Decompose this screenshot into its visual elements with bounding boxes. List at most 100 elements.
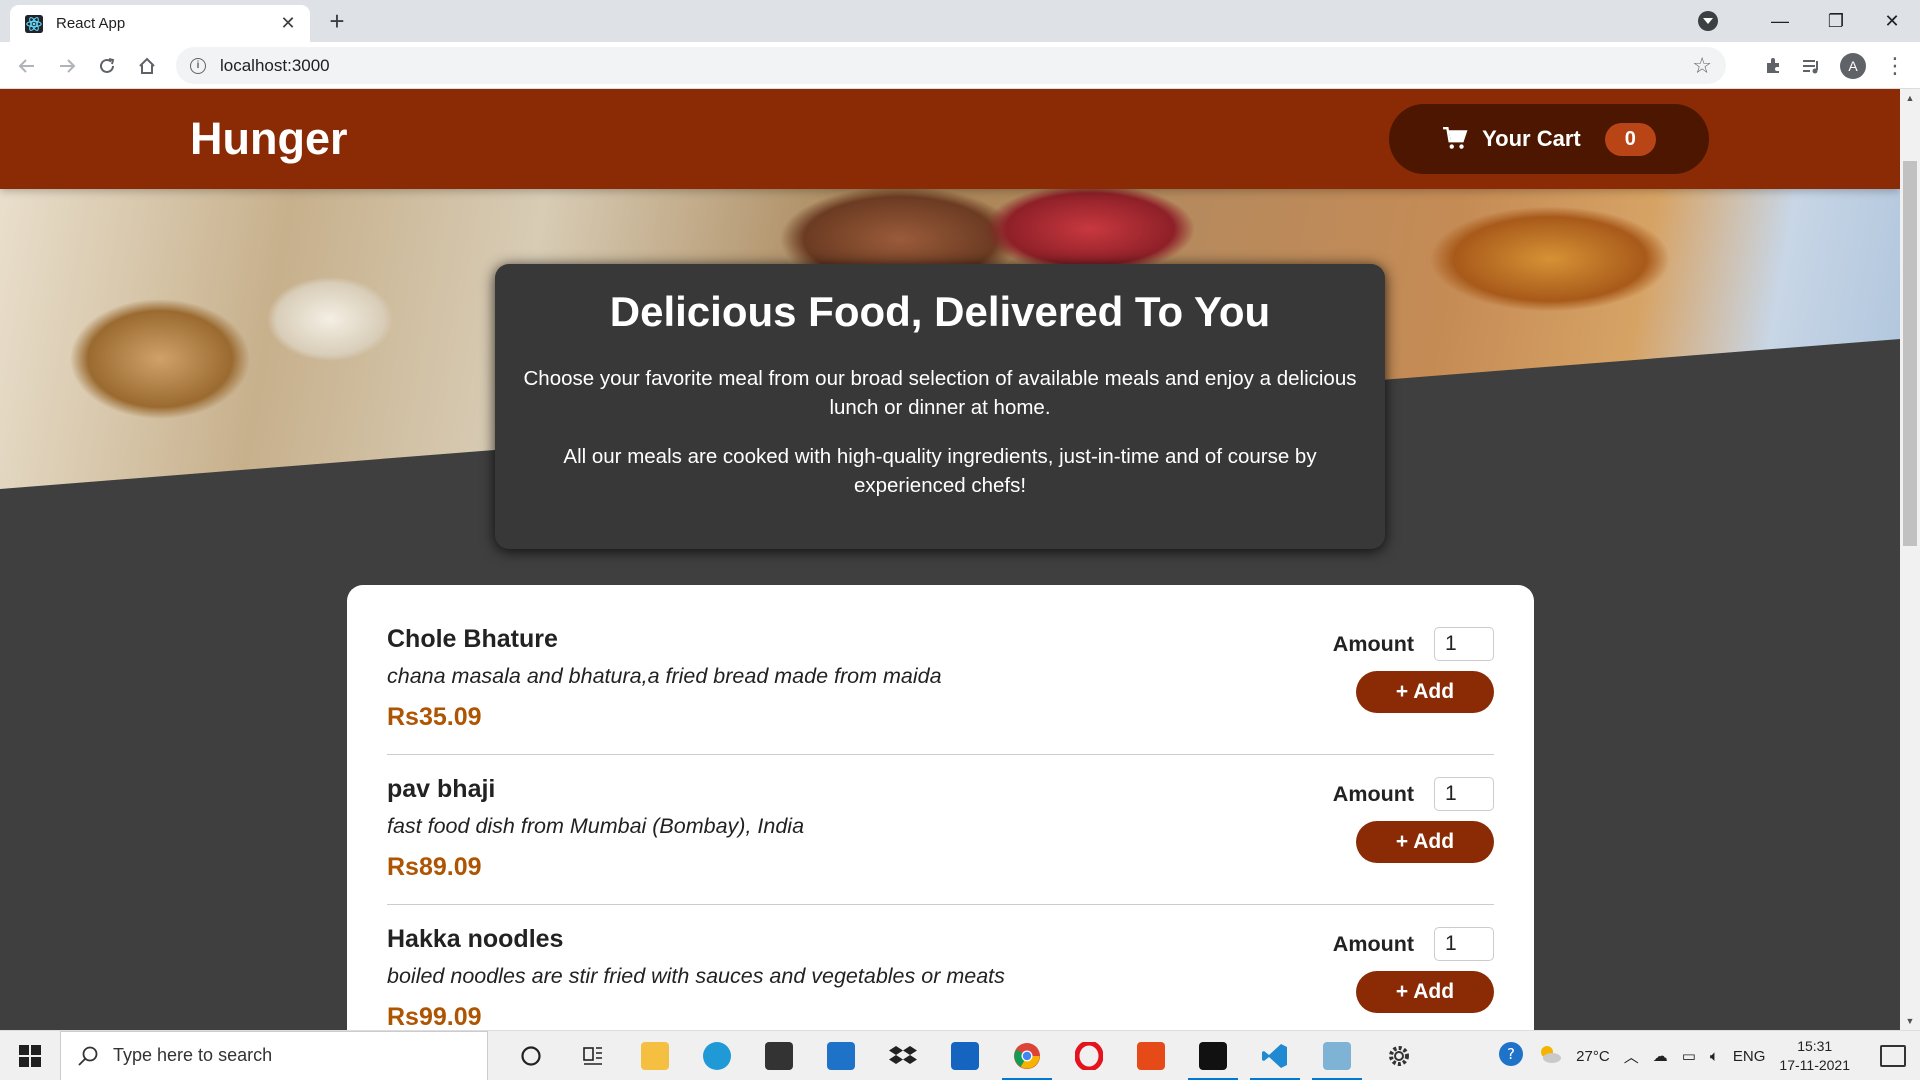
weather-icon[interactable]: [1538, 1044, 1562, 1068]
meal-description: fast food dish from Mumbai (Bombay), Ind…: [387, 814, 805, 838]
extensions-icon[interactable]: [1758, 51, 1788, 81]
add-button[interactable]: + Add: [1356, 971, 1494, 1013]
profile-initial: A: [1840, 53, 1866, 79]
network-icon[interactable]: ☁: [1653, 1047, 1668, 1065]
amount-row: Amount: [1333, 627, 1494, 661]
meal-name: pav bhaji: [387, 775, 496, 803]
add-button[interactable]: + Add: [1356, 671, 1494, 713]
search-placeholder: Type here to search: [113, 1045, 273, 1065]
system-tray: ? 27°C ︿ ☁ ▭ 🔈︎ ENG 15:31 17-11-2021: [1498, 1031, 1920, 1080]
reload-icon[interactable]: [92, 51, 122, 81]
task-view-icon[interactable]: [562, 1031, 624, 1080]
notification-center-icon[interactable]: [1880, 1045, 1906, 1067]
page-scrollbar[interactable]: ▲ ▼: [1900, 89, 1920, 1030]
scroll-down-arrow-icon[interactable]: ▼: [1900, 1012, 1920, 1030]
amount-label: Amount: [1332, 931, 1414, 956]
mail-icon[interactable]: [810, 1031, 872, 1080]
battery-icon[interactable]: ▭: [1682, 1047, 1696, 1065]
scroll-up-arrow-icon[interactable]: ▲: [1900, 89, 1920, 107]
browser-tabstrip: React App ✕ + — ❐ ✕: [0, 0, 1920, 42]
restore-button[interactable]: ❐: [1808, 11, 1864, 32]
amount-row: Amount: [1333, 777, 1494, 811]
cart-label: Your Cart: [1482, 126, 1581, 151]
address-bar[interactable]: i localhost:3000 ☆: [176, 47, 1726, 84]
summary-card: Delicious Food, Delivered To You Choose …: [495, 264, 1385, 549]
meal-description: boiled noodles are stir fried with sauce…: [387, 964, 1005, 988]
meals-list: Chole Bhature chana masala and bhatura,a…: [347, 585, 1534, 1030]
react-favicon-icon: [24, 14, 44, 34]
back-icon[interactable]: [12, 51, 42, 81]
taskbar-clock[interactable]: 15:31 17-11-2021: [1779, 1037, 1850, 1075]
cart-icon: [1443, 126, 1468, 149]
meal-name: Hakka noodles: [387, 925, 564, 953]
windows-logo-icon: [19, 1044, 41, 1067]
taskbar-search[interactable]: Type here to search: [60, 1030, 488, 1080]
new-tab-button[interactable]: +: [322, 7, 352, 35]
svg-text:?: ?: [1507, 1045, 1515, 1063]
dropbox-icon[interactable]: [872, 1031, 934, 1080]
amount-label: Amount: [1332, 631, 1414, 656]
scrollbar-thumb[interactable]: [1903, 161, 1917, 546]
menu-kebab-icon[interactable]: ⋮: [1880, 51, 1910, 81]
vscode-icon[interactable]: [1244, 1031, 1306, 1080]
windows-taskbar: Type here to search ? 27°C ︿ ☁ ▭ 🔈︎ ENG …: [0, 1030, 1920, 1080]
power-automate-icon[interactable]: [934, 1031, 996, 1080]
meal-item: pav bhaji fast food dish from Mumbai (Bo…: [387, 755, 1494, 905]
home-icon[interactable]: [132, 51, 162, 81]
meal-item: Hakka noodles boiled noodles are stir fr…: [387, 905, 1494, 1030]
meal-name: Chole Bhature: [387, 625, 558, 653]
cart-count-badge: 0: [1604, 122, 1656, 156]
clock-time: 15:31: [1797, 1038, 1833, 1054]
window-controls: — ❐ ✕: [1698, 0, 1920, 42]
page-viewport: Hunger Your Cart 0 Delicious Food, Deliv…: [0, 89, 1900, 1030]
browser-tab[interactable]: React App ✕: [10, 5, 310, 42]
meal-description: chana masala and bhatura,a fried bread m…: [387, 664, 942, 688]
start-button[interactable]: [0, 1031, 60, 1080]
edge-browser-icon[interactable]: [686, 1031, 748, 1080]
summary-paragraph-1: Choose your favorite meal from our broad…: [523, 367, 1357, 419]
summary-paragraph-2: All our meals are cooked with high-quali…: [563, 445, 1317, 497]
summary-title: Delicious Food, Delivered To You: [609, 288, 1271, 335]
help-icon[interactable]: ?: [1498, 1041, 1524, 1071]
amount-input[interactable]: [1434, 927, 1494, 961]
meal-price: Rs99.09: [387, 1003, 482, 1030]
tab-search-icon[interactable]: [1698, 11, 1718, 31]
volume-icon[interactable]: 🔈︎: [1710, 1048, 1719, 1065]
cortana-icon[interactable]: [500, 1031, 562, 1080]
opera-icon[interactable]: [1058, 1031, 1120, 1080]
close-window-button[interactable]: ✕: [1864, 11, 1920, 32]
show-hidden-icons-icon[interactable]: ︿: [1624, 1046, 1639, 1067]
reading-list-icon[interactable]: [1796, 51, 1826, 81]
site-info-icon[interactable]: i: [190, 57, 206, 74]
tab-title: React App: [56, 15, 126, 32]
amount-row: Amount: [1333, 927, 1494, 961]
chrome-icon[interactable]: [996, 1031, 1058, 1080]
clock-date: 17-11-2021: [1779, 1057, 1850, 1073]
terminal-icon[interactable]: [1182, 1031, 1244, 1080]
url-text: localhost:3000: [220, 55, 330, 75]
brand-title: Hunger: [190, 113, 348, 164]
forward-icon[interactable]: [52, 51, 82, 81]
minimize-button[interactable]: —: [1752, 11, 1808, 32]
amount-label: Amount: [1332, 781, 1414, 806]
profile-avatar[interactable]: A: [1838, 51, 1868, 81]
cart-button[interactable]: Your Cart 0: [1389, 104, 1709, 174]
notepad-icon[interactable]: [1306, 1031, 1368, 1080]
browser-toolbar: i localhost:3000 ☆ A ⋮: [0, 42, 1920, 89]
weather-temperature: 27°C: [1576, 1047, 1610, 1065]
meal-price: Rs35.09: [387, 703, 482, 731]
amount-input[interactable]: [1434, 777, 1494, 811]
search-icon: [78, 1046, 98, 1066]
settings-gear-icon[interactable]: [1368, 1031, 1430, 1080]
meal-price: Rs89.09: [387, 853, 482, 881]
meal-item: Chole Bhature chana masala and bhatura,a…: [387, 605, 1494, 755]
amount-input[interactable]: [1434, 627, 1494, 661]
language-indicator[interactable]: ENG: [1733, 1048, 1766, 1065]
tab-close-icon[interactable]: ✕: [278, 13, 298, 34]
office-icon[interactable]: [1120, 1031, 1182, 1080]
add-button[interactable]: + Add: [1356, 821, 1494, 863]
app-header: Hunger Your Cart 0: [0, 89, 1900, 189]
store-icon[interactable]: [748, 1031, 810, 1080]
file-explorer-icon[interactable]: [624, 1031, 686, 1080]
bookmark-star-icon[interactable]: ☆: [1692, 53, 1712, 79]
